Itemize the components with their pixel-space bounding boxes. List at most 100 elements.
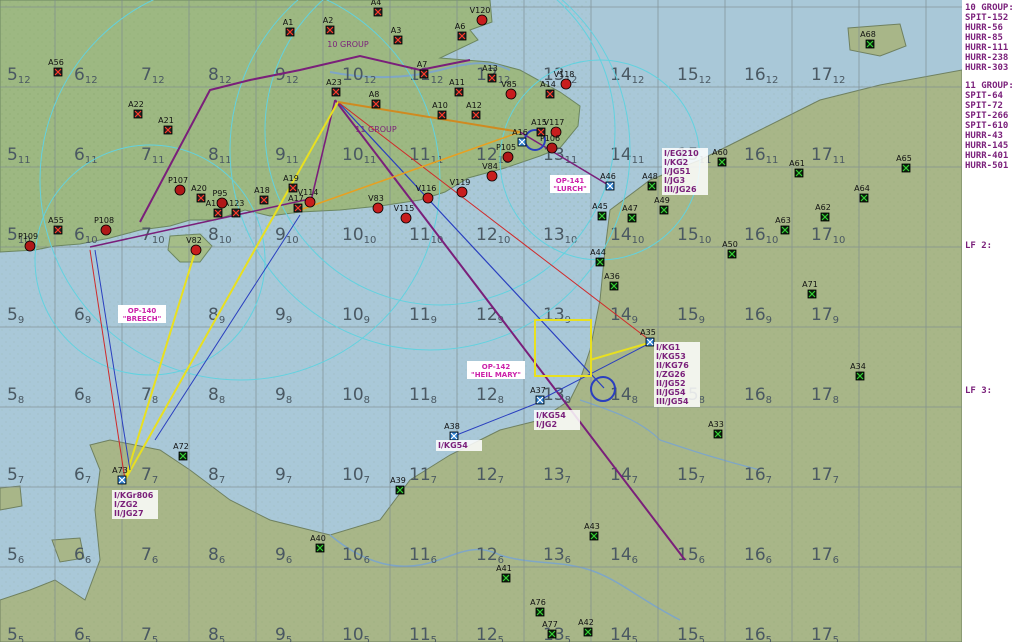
base-label: V115 <box>394 204 415 213</box>
base-label: A46 <box>600 172 616 181</box>
base-label: P95 <box>212 189 227 198</box>
unit-stack-a35[interactable]: I/KG1I/KG53II/KG76I/ZG26II/JG52II/JG54II… <box>654 342 700 407</box>
base-label: A22 <box>128 100 144 109</box>
base-label: V83 <box>368 194 384 203</box>
base-label: V84 <box>482 162 498 171</box>
base-label: A43 <box>584 522 600 531</box>
sidebar-11-group-title: 11 GROUP: <box>965 81 1014 91</box>
op142-line2: "HEIL MARY" <box>471 371 521 379</box>
base-label: A16 <box>512 128 528 137</box>
base-label: A21 <box>158 116 174 125</box>
unit-label: II/KG76 <box>656 361 689 370</box>
base-label: V118 <box>554 70 575 79</box>
base-label: A11 <box>449 78 465 87</box>
unit-label: I/JG3 <box>664 176 685 185</box>
op141-line1: OP-141 <box>556 177 585 185</box>
unit-stack-a38[interactable]: I/KG54 <box>436 440 482 451</box>
base-label: A62 <box>815 203 831 212</box>
base-label: A7 <box>417 60 428 69</box>
unit-label: I/KG53 <box>656 352 686 361</box>
base-label: P108 <box>94 216 114 225</box>
sidebar-squadron: SPIT-64 <box>965 91 1003 101</box>
base-label: A35 <box>640 328 656 337</box>
base-label: P109 <box>18 232 38 241</box>
op-label-142[interactable]: OP-142 "HEIL MARY" <box>467 361 525 379</box>
unit-label: II/JG54 <box>656 388 686 397</box>
sidebar-squadron: SPIT-152 <box>965 13 1009 23</box>
base-label: A72 <box>173 442 189 451</box>
base-label: A68 <box>860 30 876 39</box>
unit-label: I/EG210 <box>664 149 699 158</box>
unit-label: I/KGr806 <box>114 491 154 500</box>
base-label: A37 <box>530 386 546 395</box>
sidebar-squadron: SPIT-266 <box>965 111 1009 121</box>
unit-label: III/JG26 <box>664 185 697 194</box>
base-label: A44 <box>590 248 606 257</box>
sidebar-squadron: HURR-501 <box>965 161 1009 171</box>
base-label: A64 <box>854 184 870 193</box>
channel-island-2 <box>0 485 23 511</box>
base-label: A3 <box>391 26 402 35</box>
sidebar-lf3: LF 3: <box>965 386 993 396</box>
base-label: A8 <box>369 90 380 99</box>
base-label: A48 <box>642 172 658 181</box>
sidebar-squadron: HURR-401 <box>965 151 1009 161</box>
base-label: P107 <box>168 176 188 185</box>
base-label: A41 <box>496 564 512 573</box>
op-label-140[interactable]: OP-140 "BREECH" <box>118 305 166 323</box>
base-label: V119 <box>450 178 471 187</box>
sidebar-squadron: HURR-303 <box>965 63 1009 73</box>
label-11-group: 11 GROUP <box>355 125 397 134</box>
base-label: A76 <box>530 598 546 607</box>
base-label: A36 <box>604 272 620 281</box>
unit-label: I/JG2 <box>536 420 557 429</box>
unit-label: II/JG27 <box>114 509 144 518</box>
base-label: A42 <box>578 618 594 627</box>
base-label: A50 <box>722 240 738 249</box>
base-label: A23 <box>326 78 342 87</box>
op140-line1: OP-140 <box>128 307 157 315</box>
unit-label: II/JG52 <box>656 379 686 388</box>
unit-label: I/KG2 <box>664 158 688 167</box>
base-label: A45 <box>592 202 608 211</box>
base-label: A49 <box>654 196 670 205</box>
base-label: A38 <box>444 422 460 431</box>
base-label: A2 <box>323 16 334 25</box>
base-label: A55 <box>48 216 64 225</box>
sidebar-squadron: SPIT-610 <box>965 121 1009 131</box>
unit-label: I/KG54 <box>438 441 468 450</box>
unit-stack-a48[interactable]: I/EG210I/KG2I/JG51I/JG3III/JG26 <box>662 148 708 195</box>
base-label: A14 <box>540 80 556 89</box>
base-label: A4 <box>371 0 382 7</box>
base-label: A39 <box>390 476 406 485</box>
sidebar-squadron: SPIT-72 <box>965 101 1003 111</box>
game-screen: 512 511 510 59 58 57 56 55 612 611 610 69 68 67 66 65 71… <box>0 0 1024 642</box>
unit-label: I/ZG2 <box>114 500 138 509</box>
base-label: V117 <box>544 118 565 127</box>
campaign-map[interactable]: 5125115105958575655612611610696867666571… <box>0 0 962 642</box>
base-label: P106 <box>540 134 560 143</box>
op-label-141[interactable]: OP-141 "LURCH" <box>550 175 590 193</box>
base-label: A6 <box>455 22 466 31</box>
base-label: V116 <box>416 184 437 193</box>
base-label: A40 <box>310 534 326 543</box>
unit-label: I/JG51 <box>664 167 691 176</box>
label-10-group: 10 GROUP <box>327 40 369 49</box>
base-label: A10 <box>432 101 448 110</box>
sidebar-lf2: LF 2: <box>965 241 993 251</box>
sidebar-squadron: HURR-145 <box>965 141 1009 151</box>
base-label: A73 <box>112 466 128 475</box>
base-label: A65 <box>896 154 912 163</box>
base-label: V120 <box>470 6 491 15</box>
base-label: A34 <box>850 362 866 371</box>
base-label: V85 <box>501 80 517 89</box>
base-label: V114 <box>298 188 319 197</box>
unit-stack-a73[interactable]: I/KGr806I/ZG2II/JG27 <box>112 490 158 519</box>
sidebar-squadron: HURR-56 <box>965 23 1003 33</box>
op140-line2: "BREECH" <box>123 315 162 323</box>
base-label: A77 <box>542 620 558 629</box>
unit-label: I/ZG26 <box>656 370 686 379</box>
unit-label: I/KG54 <box>536 411 566 420</box>
unit-stack-a37[interactable]: I/KG54I/JG2 <box>534 410 580 430</box>
base-label: A71 <box>802 280 818 289</box>
